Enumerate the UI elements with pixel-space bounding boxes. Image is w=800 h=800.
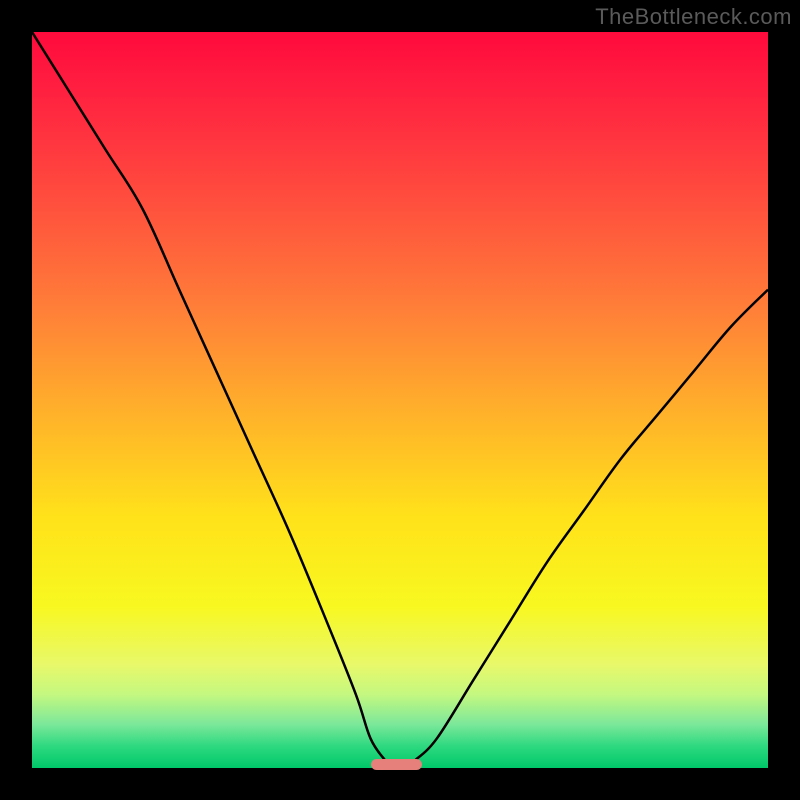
optimal-marker (371, 759, 423, 770)
gradient-rect (32, 32, 768, 768)
watermark-text: TheBottleneck.com (595, 4, 792, 30)
chart-frame (32, 32, 768, 768)
chart-background-gradient (32, 32, 768, 768)
